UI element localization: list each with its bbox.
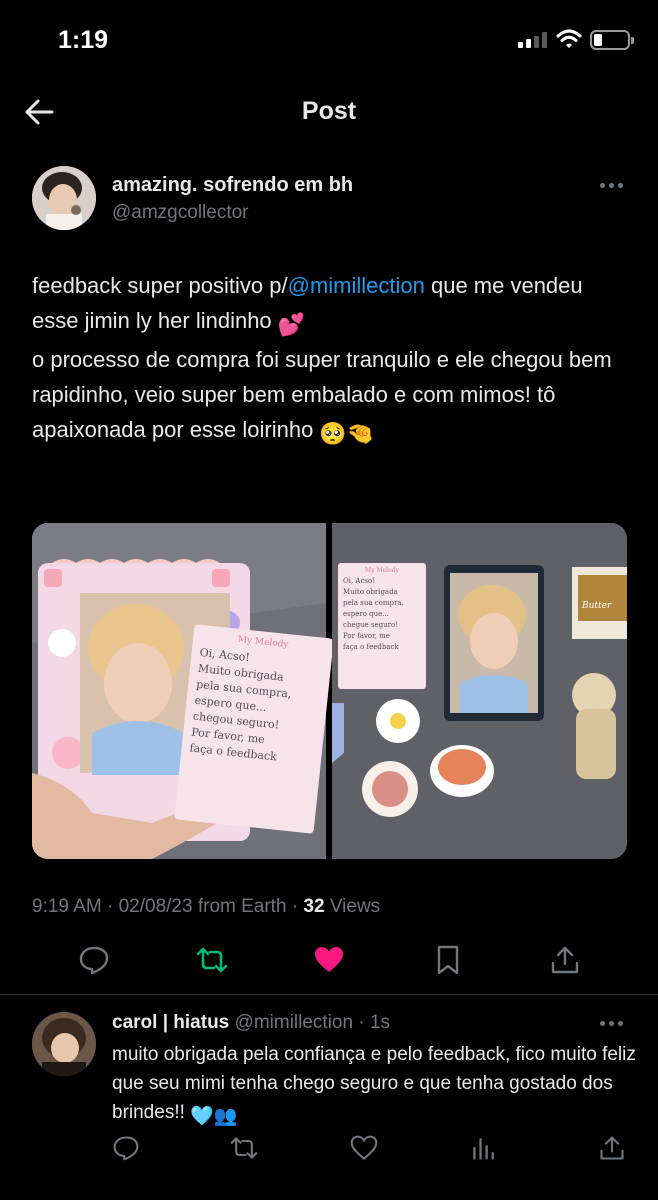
reply-heart-icon[interactable]	[350, 1134, 378, 1162]
top-header: Post	[0, 80, 658, 146]
reply-action-bar	[0, 1132, 658, 1164]
wifi-icon	[556, 29, 582, 48]
album-label: Butter	[582, 601, 612, 611]
reply-comment-icon[interactable]	[112, 1134, 140, 1162]
reply-display-name[interactable]: carol | hiatus	[112, 1012, 229, 1033]
note-card-right-line: espero que...	[343, 610, 389, 618]
note-card-right-line: chegue seguro!	[343, 621, 399, 629]
note-card-right-line: faça o feedback	[343, 643, 399, 651]
note-card-right-line: Muito obrigada	[343, 588, 398, 596]
reply-views-bar-chart-icon[interactable]	[470, 1134, 498, 1162]
more-dots-icon[interactable]	[598, 178, 626, 194]
author-display-name[interactable]: amazing. sofrendo em bh	[112, 174, 353, 197]
photo-left[interactable]: My Melody Oi, Acso! Muito obrigada pela …	[32, 523, 334, 859]
signal-icon	[518, 32, 548, 48]
emoji-light-blue-heart: 🩵	[190, 1106, 214, 1127]
reply-handle-time[interactable]: @mimillection · 1s	[229, 1012, 391, 1033]
tweet-text-part: feedback super positivo p/	[32, 273, 288, 298]
emoji-pinching-hand: 🤏	[346, 421, 375, 446]
reply-retweet-icon[interactable]	[230, 1134, 258, 1162]
reply-more-dots-icon[interactable]	[598, 1016, 626, 1032]
reply-share-icon[interactable]	[598, 1134, 626, 1162]
reply-avatar-img[interactable]	[32, 1012, 96, 1076]
mention-link[interactable]: @mimillection	[288, 273, 425, 298]
reply-text: muito obrigada pela confiança e pelo fee…	[112, 1040, 642, 1131]
status-time: 1:19	[58, 26, 109, 54]
emoji-busts: 👥	[213, 1106, 238, 1127]
note-card-right-line: Oi, Acso!	[343, 577, 376, 585]
emoji-two-hearts: 💕	[277, 312, 306, 337]
tweet-text: feedback super positivo p/@mimillection …	[32, 268, 632, 451]
note-card-right: My Melody Oi, Acso! Muito obrigada pela …	[338, 563, 426, 689]
battery-icon	[590, 30, 634, 50]
media-grid: My Melody Oi, Acso! Muito obrigada pela …	[32, 523, 627, 859]
status-bar: 1:19	[0, 0, 658, 80]
note-card-right-header: My Melody	[365, 567, 399, 574]
author-avatar[interactable]	[32, 166, 96, 230]
author-handle[interactable]: @amzgcollector	[112, 202, 249, 224]
note-card-right-line: pela sua compra,	[343, 599, 404, 607]
page-title: Post	[301, 97, 357, 125]
note-card-left: My Melody Oi, Acso! Muito obrigada pela …	[174, 624, 334, 834]
photo-right[interactable]: My Melody Oi, Acso! Muito obrigada pela …	[332, 523, 627, 859]
reply-header: carol | hiatus @mimillection · 1s	[112, 1012, 390, 1034]
emoji-pleading-face: 🥺	[319, 421, 347, 446]
note-card-right-line: Por favor, me	[343, 632, 390, 640]
